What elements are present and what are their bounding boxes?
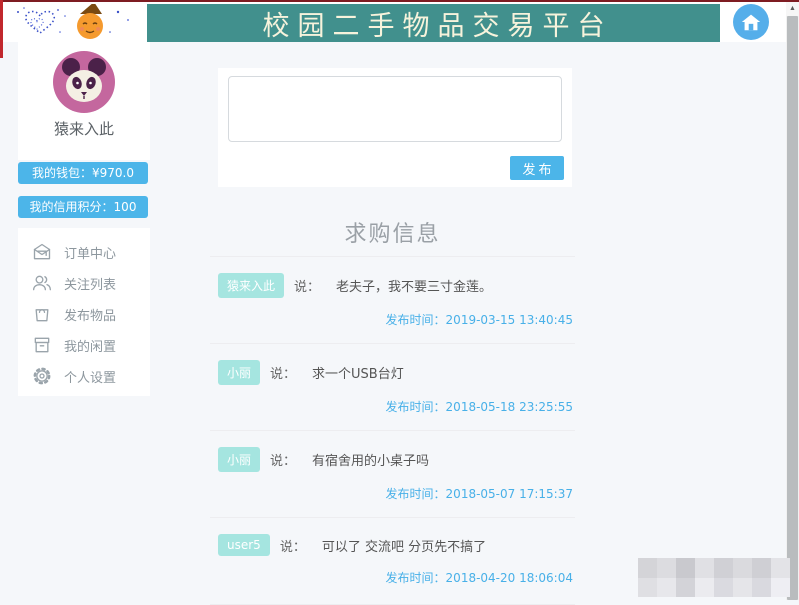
username-badge: 小丽 [218,360,260,385]
publish-time: 发布时间：2018-05-07 17:15:37 [218,485,573,502]
censored-watermark [638,558,790,597]
mail-icon [32,242,52,262]
wallet-button[interactable]: 我的钱包：¥970.0 [18,162,148,184]
sidebar-item-label: 发布物品 [64,305,116,324]
users-icon [32,273,52,293]
home-button[interactable] [733,4,769,40]
sidebar-item-label: 订单中心 [64,243,116,262]
says-label: 说： [280,536,306,555]
publish-time-prefix: 发布时间： [386,400,446,414]
username: 猿来入此 [18,118,150,139]
publish-time: 发布时间：2018-05-18 23:25:55 [218,398,573,415]
username-badge: 小丽 [218,447,260,472]
wanted-item: 小丽 说： 求一个USB台灯 发布时间：2018-05-18 23:25:55 [210,344,575,431]
wanted-item: user5 说： 可以了 交流吧 分页先不搞了 发布时间：2018-04-20 … [210,518,575,605]
window-left-edge [0,0,3,58]
page: 校园二手物品交易平台 ▲ 猿来入此 我的钱包：¥970.0 我的 [0,0,799,600]
window-top-edge [0,0,799,2]
gear-icon [32,366,52,386]
sidebar-item-follow-list[interactable]: 关注列表 [32,268,150,298]
wanted-item: 小丽 说： 有宿舍用的小桌子吗 发布时间：2018-05-07 17:15:37 [210,431,575,518]
header: 校园二手物品交易平台 [0,2,786,42]
publish-time-value: 2018-04-20 18:06:04 [446,571,573,585]
sidebar-item-label: 关注列表 [64,274,116,293]
publish-time: 发布时间：2019-03-15 13:40:45 [218,311,573,328]
publish-card: 发布 [218,68,572,187]
sidebar-item-label: 我的闲置 [64,336,116,355]
hearts-emoji-logo-icon [10,4,140,40]
publish-time-value: 2018-05-18 23:25:55 [446,400,573,414]
username-badge: 猿来入此 [218,273,284,298]
title-bar: 校园二手物品交易平台 [147,4,720,42]
scrollbar-thumb[interactable] [787,16,798,600]
home-icon [740,11,762,33]
wanted-item: 猿来入此 说： 老夫子，我不要三寸金莲。 发布时间：2019-03-15 13:… [210,257,575,344]
bag-icon [32,304,52,324]
wanted-message: 求一个USB台灯 [312,363,404,382]
publish-time-value: 2018-05-07 17:15:37 [446,487,573,501]
wanted-message: 可以了 交流吧 分页先不搞了 [322,536,486,555]
sidebar-item-label: 个人设置 [64,367,116,386]
sidebar-item-orders[interactable]: 订单中心 [32,237,150,267]
profile-card: 猿来入此 [18,42,150,160]
publish-button[interactable]: 发布 [510,156,564,180]
publish-time: 发布时间：2018-04-20 18:06:04 [218,569,573,586]
wanted-info-heading: 求购信息 [210,216,575,248]
site-logo [3,2,147,42]
box-icon [32,335,52,355]
publish-time-prefix: 发布时间： [386,487,446,501]
wanted-message: 有宿舍用的小桌子吗 [312,450,429,469]
sidebar-item-my-idle[interactable]: 我的闲置 [32,330,150,360]
panda-avatar[interactable] [52,50,116,114]
vertical-scrollbar[interactable]: ▲ [786,0,799,600]
says-label: 说： [294,276,320,295]
publish-time-value: 2019-03-15 13:40:45 [446,313,573,327]
credit-score-button[interactable]: 我的信用积分：100 [18,196,148,218]
wanted-list: 猿来入此 说： 老夫子，我不要三寸金莲。 发布时间：2019-03-15 13:… [210,256,575,605]
says-label: 说： [270,450,296,469]
sidebar-item-settings[interactable]: 个人设置 [32,361,150,391]
says-label: 说： [270,363,296,382]
publish-time-prefix: 发布时间： [386,313,446,327]
sidebar-item-publish-item[interactable]: 发布物品 [32,299,150,329]
page-title: 校园二手物品交易平台 [255,4,613,43]
wanted-message: 老夫子，我不要三寸金莲。 [336,276,492,295]
publish-textarea[interactable] [228,76,562,142]
scroll-up-arrow-icon[interactable]: ▲ [786,1,799,16]
publish-time-prefix: 发布时间： [386,571,446,585]
sidebar-menu: 订单中心 关注列表 发布物品 我的闲置 [18,228,150,396]
username-badge: user5 [218,534,270,556]
